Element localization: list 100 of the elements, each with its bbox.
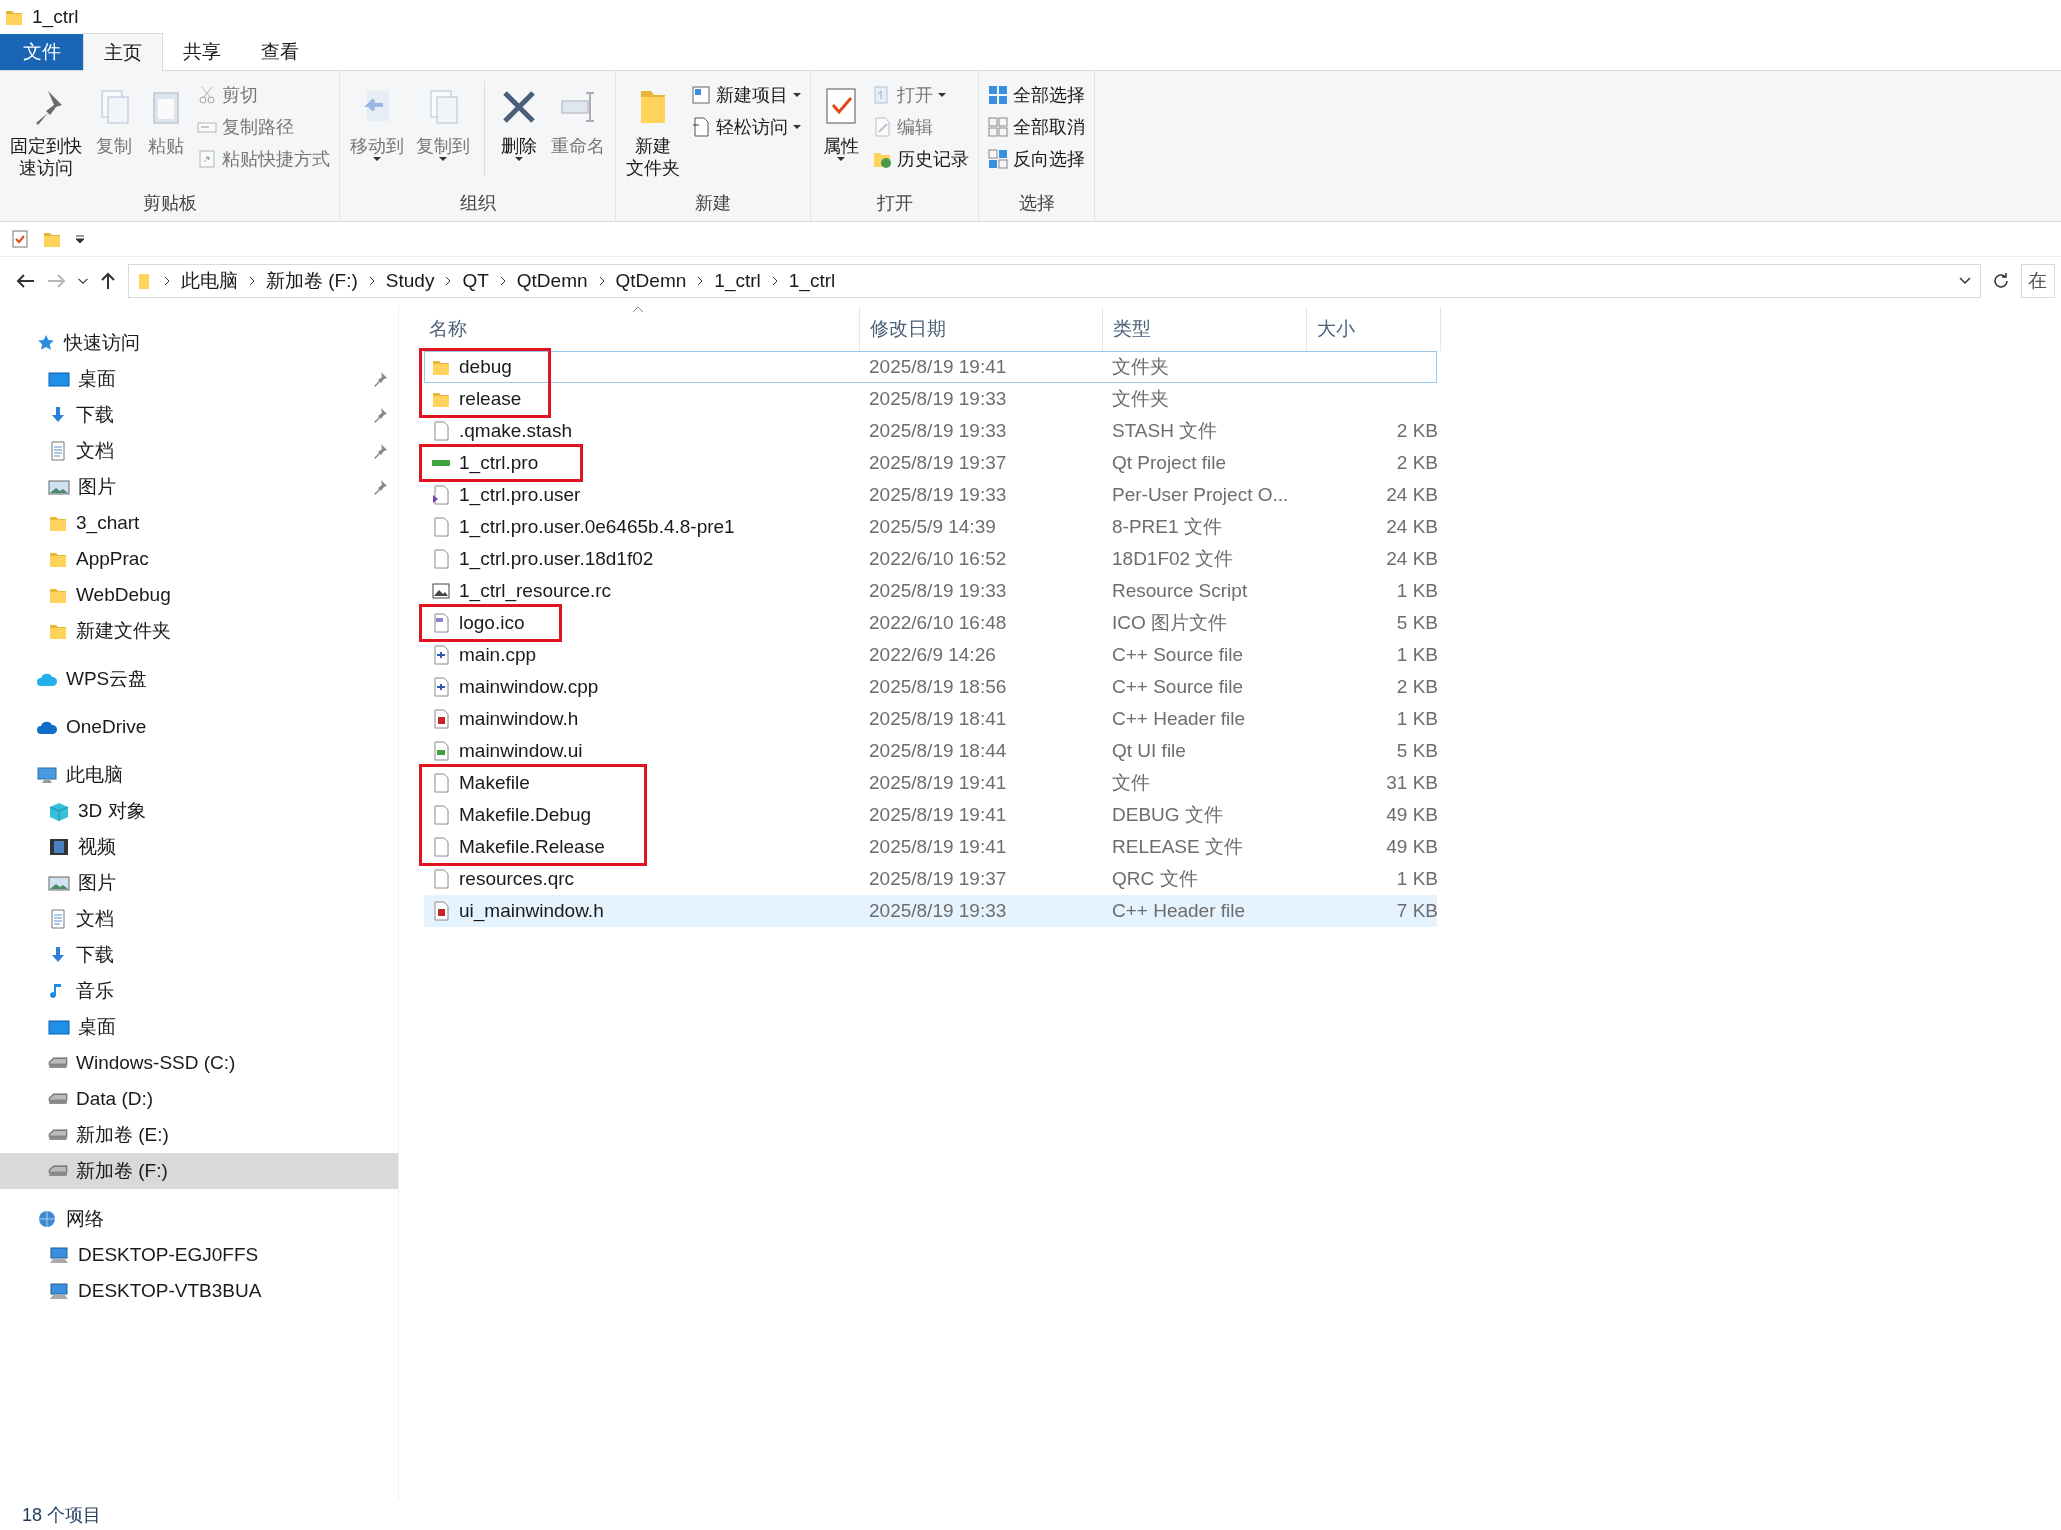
file-row[interactable]: main.cpp 2022/6/9 14:26 C++ Source file 1 KB bbox=[424, 639, 1437, 671]
modified-date: 2025/8/19 19:33 bbox=[868, 900, 1008, 922]
nav-item[interactable]: Windows-SSD (C:) bbox=[0, 1045, 398, 1081]
file-row[interactable]: .qmake.stash 2025/8/19 19:33 STASH 文件 2 KB bbox=[424, 415, 1437, 447]
breadcrumb[interactable]: QT bbox=[462, 270, 489, 292]
ribbon-button[interactable]: 新建项目 bbox=[688, 81, 804, 109]
file-type: Resource Script bbox=[1111, 580, 1249, 602]
item-count: 18 个项目 bbox=[22, 1504, 102, 1527]
breadcrumb[interactable]: Study bbox=[385, 270, 435, 292]
ribbon-button[interactable]: 固定到快 速访问 bbox=[6, 77, 86, 187]
file-row[interactable]: resources.qrc 2025/8/19 19:37 QRC 文件 1 KB bbox=[424, 863, 1437, 895]
ribbon-button[interactable]: 新建 文件夹 bbox=[622, 77, 684, 187]
file-icon bbox=[431, 837, 451, 857]
file-name: debug bbox=[459, 356, 512, 378]
network-icon bbox=[36, 1209, 58, 1229]
ribbon-button[interactable]: 删除 bbox=[495, 77, 543, 187]
nav-item[interactable]: 图片 bbox=[0, 865, 398, 901]
breadcrumb[interactable]: 1_ctrl bbox=[714, 270, 761, 292]
image-file-icon bbox=[431, 581, 451, 601]
ribbon-tab[interactable]: 查看 bbox=[241, 34, 319, 70]
file-row[interactable]: Makefile.Debug 2025/8/19 19:41 DEBUG 文件 49 KB bbox=[424, 799, 1437, 831]
breadcrumb[interactable]: QtDemn bbox=[516, 270, 588, 292]
nav-item[interactable]: Data (D:) bbox=[0, 1081, 398, 1117]
file-row[interactable]: 1_ctrl_resource.rc 2025/8/19 19:33 Resource Script 1 KB bbox=[424, 575, 1437, 607]
nav-item[interactable]: WPS云盘 bbox=[0, 661, 398, 697]
search-field[interactable]: 在 bbox=[2021, 264, 2055, 298]
file-row[interactable]: mainwindow.cpp 2025/8/19 18:56 C++ Source file 2 KB bbox=[424, 671, 1437, 703]
chevron-right-icon bbox=[770, 275, 779, 287]
modified-date: 2025/8/19 19:37 bbox=[868, 452, 1008, 474]
nav-item[interactable]: 文档 bbox=[0, 433, 398, 469]
breadcrumb[interactable]: 1_ctrl bbox=[788, 270, 836, 292]
nav-item[interactable]: WebDebug bbox=[0, 577, 398, 613]
nav-item[interactable]: 图片 bbox=[0, 469, 398, 505]
nav-item[interactable]: 桌面 bbox=[0, 1009, 398, 1045]
file-row[interactable]: 1_ctrl.pro.user 2025/8/19 19:33 Per-User Project O... 24 KB bbox=[424, 479, 1437, 511]
file-row[interactable]: mainwindow.h 2025/8/19 18:41 C++ Header file 1 KB bbox=[424, 703, 1437, 735]
nav-item[interactable]: 新建文件夹 bbox=[0, 613, 398, 649]
drive-icon bbox=[48, 1057, 68, 1069]
nav-item[interactable]: DESKTOP-EGJ0FFS bbox=[0, 1237, 398, 1273]
ribbon-button[interactable]: 反向选择 bbox=[985, 145, 1088, 173]
file-row[interactable]: 1_ctrl.pro 2025/8/19 19:37 Qt Project file 2 KB bbox=[424, 447, 1437, 479]
file-row[interactable]: logo.ico 2022/6/10 16:48 ICO 图片文件 5 KB bbox=[424, 607, 1437, 639]
modified-date: 2022/6/10 16:48 bbox=[868, 612, 1008, 634]
nav-item[interactable]: 快速访问 bbox=[0, 325, 398, 361]
nav-item[interactable]: 音乐 bbox=[0, 973, 398, 1009]
computer-icon bbox=[36, 765, 58, 785]
file-type: C++ Source file bbox=[1111, 676, 1244, 698]
nav-item[interactable]: 3D 对象 bbox=[0, 793, 398, 829]
nav-item[interactable]: DESKTOP-VTB3BUA bbox=[0, 1273, 398, 1309]
file-type: C++ Header file bbox=[1111, 900, 1247, 922]
group-label: 新建 bbox=[694, 192, 732, 215]
file-row[interactable]: Makefile 2025/8/19 19:41 文件 31 KB bbox=[424, 767, 1437, 799]
ribbon-button[interactable]: 历史记录 bbox=[869, 145, 972, 173]
nav-item[interactable]: 下载 bbox=[0, 397, 398, 433]
nav-item[interactable]: 3_chart bbox=[0, 505, 398, 541]
breadcrumb[interactable]: 新加卷 (F:) bbox=[266, 268, 358, 294]
file-size: 2 KB bbox=[1395, 420, 1438, 442]
nav-item[interactable]: 下载 bbox=[0, 937, 398, 973]
file-size: 24 KB bbox=[1385, 484, 1438, 506]
file-type: 文件夹 bbox=[1111, 355, 1170, 379]
nav-item[interactable]: 此电脑 bbox=[0, 757, 398, 793]
file-type: 文件夹 bbox=[1111, 387, 1170, 411]
file-row[interactable]: Makefile.Release 2025/8/19 19:41 RELEASE 文件 49 KB bbox=[424, 831, 1437, 863]
ribbon-tab[interactable]: 文件 bbox=[0, 34, 83, 70]
nav-item[interactable]: 新加卷 (F:) bbox=[0, 1153, 398, 1189]
breadcrumb[interactable]: QtDemn bbox=[615, 270, 687, 292]
file-row[interactable]: ui_mainwindow.h 2025/8/19 19:33 C++ Header file 7 KB bbox=[424, 895, 1437, 927]
file-row[interactable]: mainwindow.ui 2025/8/19 18:44 Qt UI file 5 KB bbox=[424, 735, 1437, 767]
nav-item[interactable]: AppPrac bbox=[0, 541, 398, 577]
file-row[interactable]: 1_ctrl.pro.user.18d1f02 2022/6/10 16:52 18D1F02 文件 24 KB bbox=[424, 543, 1437, 575]
nav-item[interactable]: 新加卷 (E:) bbox=[0, 1117, 398, 1153]
file-type: C++ Source file bbox=[1111, 644, 1244, 666]
column-header[interactable]: 大小 bbox=[1307, 307, 1441, 351]
file-type: QRC 文件 bbox=[1111, 867, 1199, 891]
nav-item[interactable]: OneDrive bbox=[0, 709, 398, 745]
ribbon-tab[interactable]: 主页 bbox=[83, 33, 163, 71]
modified-date: 2025/8/19 19:41 bbox=[868, 772, 1008, 794]
file-icon bbox=[431, 421, 451, 441]
document-icon bbox=[48, 909, 68, 929]
ribbon-button[interactable]: 全部取消 bbox=[985, 113, 1088, 141]
nav-item[interactable]: 视频 bbox=[0, 829, 398, 865]
nav-item[interactable]: 桌面 bbox=[0, 361, 398, 397]
drive-icon bbox=[48, 1129, 68, 1141]
ribbon-button[interactable]: 轻松访问 bbox=[688, 113, 804, 141]
file-row[interactable]: 1_ctrl.pro.user.0e6465b.4.8-pre1 2025/5/9 14:39 8-PRE1 文件 24 KB bbox=[424, 511, 1437, 543]
new-item-icon bbox=[691, 85, 711, 105]
window-title: 1_ctrl bbox=[32, 5, 79, 28]
nav-item[interactable]: 文档 bbox=[0, 901, 398, 937]
file-name: mainwindow.cpp bbox=[459, 676, 599, 698]
column-header[interactable]: 名称 bbox=[424, 307, 860, 351]
ribbon-button[interactable]: 全部选择 bbox=[985, 81, 1088, 109]
ribbon-tab[interactable]: 共享 bbox=[163, 34, 241, 70]
address-bar[interactable]: 此电脑 新加卷 (F:) Study QT QtDemn QtDemn 1_ctrl 1_ctrl bbox=[128, 264, 1981, 298]
ribbon-button[interactable]: 属性 bbox=[817, 77, 865, 187]
column-header[interactable]: 类型 bbox=[1103, 307, 1307, 351]
breadcrumb[interactable]: 此电脑 bbox=[181, 268, 238, 294]
file-row[interactable]: release 2025/8/19 19:33 文件夹 bbox=[424, 383, 1437, 415]
file-name: ui_mainwindow.h bbox=[459, 900, 604, 922]
column-header[interactable]: 修改日期 bbox=[860, 307, 1103, 351]
nav-item[interactable]: 网络 bbox=[0, 1201, 398, 1237]
